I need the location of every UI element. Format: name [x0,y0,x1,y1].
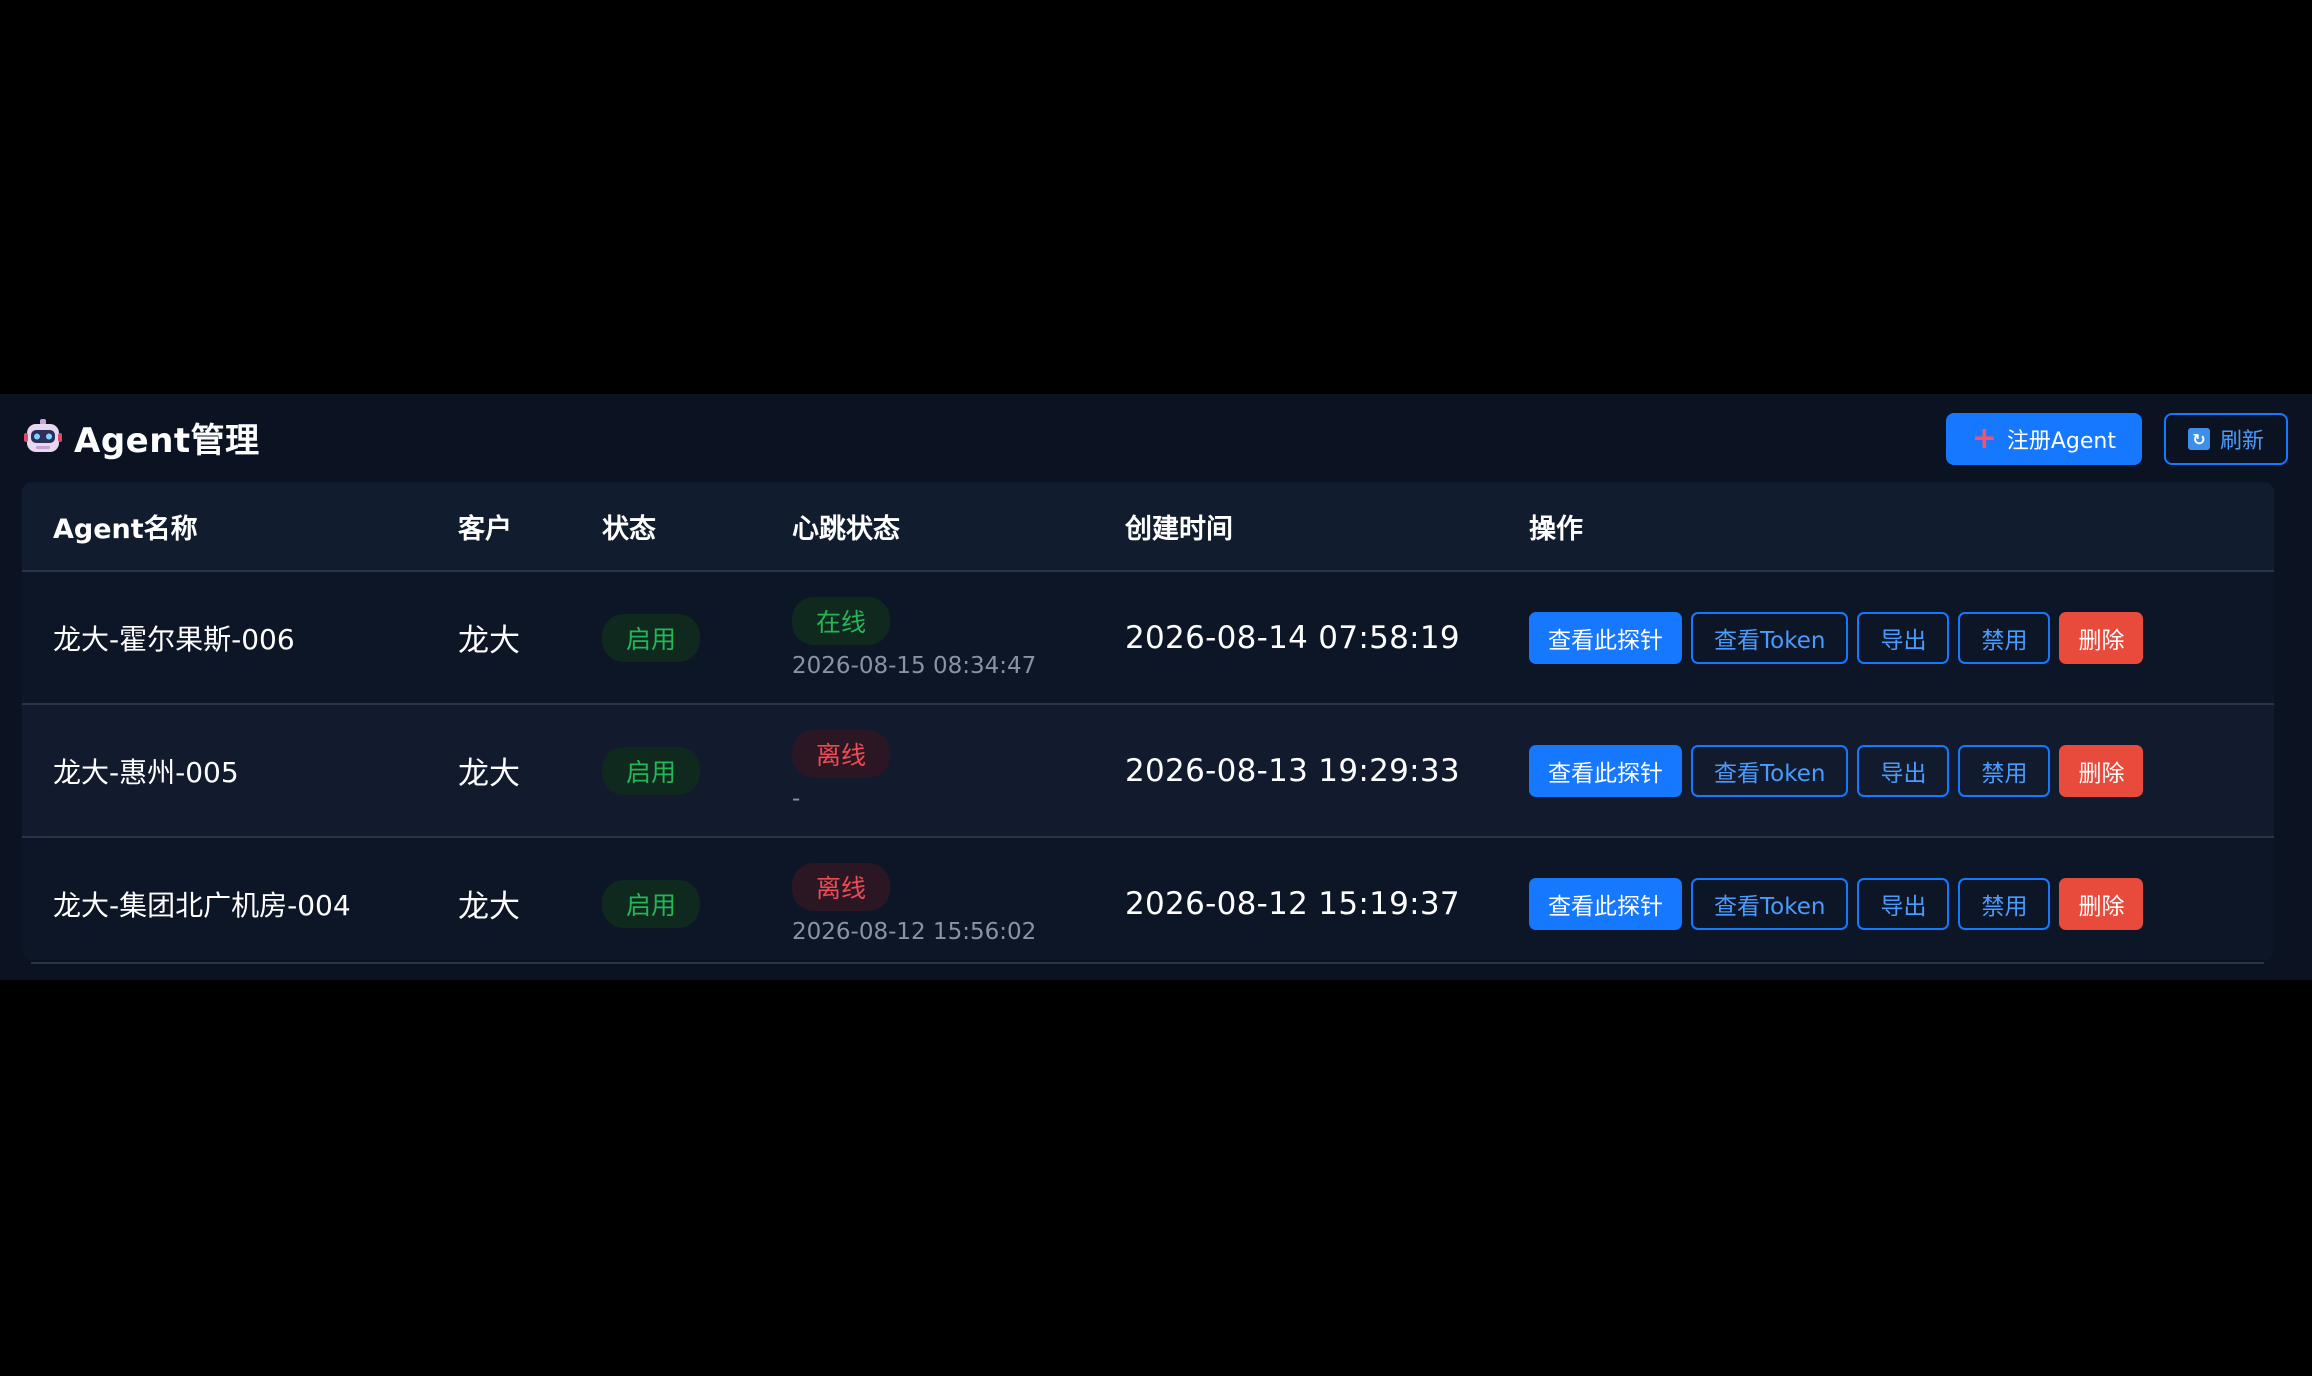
column-header-created: 创建时间 [1094,482,1498,572]
row-actions: 查看此探针 查看Token 导出 禁用 删除 [1529,877,2274,930]
agent-table-container: Agent名称 客户 状态 心跳状态 创建时间 操作 龙大-霍尔果斯-006 龙… [22,482,2274,960]
customer-cell: 龙大 [427,704,571,838]
refresh-label: 刷新 [2219,429,2264,454]
heartbeat-cell: 离线 2026-08-12 15:56:02 [761,837,1094,960]
agent-name-cell: 龙大-集团北广机房-004 [22,837,427,960]
table-row: 龙大-集团北广机房-004 龙大 启用 离线 2026-08-12 15:56:… [22,837,2274,960]
heartbeat-time: - [792,785,801,812]
delete-button[interactable]: 删除 [2059,611,2144,664]
actions-cell: 查看此探针 查看Token 导出 禁用 删除 [1498,571,2274,705]
row-actions: 查看此探针 查看Token 导出 禁用 删除 [1529,611,2274,664]
view-token-button[interactable]: 查看Token [1691,877,1849,930]
heartbeat-cell: 离线 - [761,704,1094,838]
robot-icon [24,418,62,456]
export-button[interactable]: 导出 [1857,611,1950,664]
heartbeat-time: 2026-08-12 15:56:02 [792,918,1037,945]
table-header-row: Agent名称 客户 状态 心跳状态 创建时间 操作 [22,482,2274,572]
view-token-button[interactable]: 查看Token [1691,611,1849,664]
view-token-button[interactable]: 查看Token [1691,744,1849,797]
view-probe-button[interactable]: 查看此探针 [1529,877,1682,930]
disable-button[interactable]: 禁用 [1958,611,2051,664]
created-time-cell: 2026-08-13 19:29:33 [1094,704,1498,838]
agent-name-cell: 龙大-霍尔果斯-006 [22,571,427,705]
agent-management-panel: Agent管理 + 注册Agent ↻ 刷新 Agent名称 客户 状态 心跳状… [0,394,2312,980]
status-badge: 启用 [602,879,701,928]
status-cell: 启用 [571,704,761,838]
table-bottom-divider [31,962,2264,964]
disable-button[interactable]: 禁用 [1958,744,2051,797]
actions-cell: 查看此探针 查看Token 导出 禁用 删除 [1498,704,2274,838]
column-header-name: Agent名称 [22,482,427,572]
created-time-cell: 2026-08-14 07:58:19 [1094,571,1498,705]
column-header-status: 状态 [571,482,761,572]
status-cell: 启用 [571,837,761,960]
refresh-icon: ↻ [2187,428,2210,450]
refresh-button[interactable]: ↻ 刷新 [2163,413,2288,465]
table-row: 龙大-霍尔果斯-006 龙大 启用 在线 2026-08-15 08:34:47… [22,571,2274,705]
heartbeat-badge: 离线 [792,729,891,778]
customer-cell: 龙大 [427,571,571,705]
header-actions: + 注册Agent ↻ 刷新 [1945,413,2288,465]
column-header-actions: 操作 [1498,482,2274,572]
view-probe-button[interactable]: 查看此探针 [1529,744,1682,797]
export-button[interactable]: 导出 [1857,877,1950,930]
plus-icon: + [1971,421,1997,456]
heartbeat-cell: 在线 2026-08-15 08:34:47 [761,571,1094,705]
table-row: 龙大-惠州-005 龙大 启用 离线 - 2026-08-13 19:29:33… [22,704,2274,838]
created-time-cell: 2026-08-12 15:19:37 [1094,837,1498,960]
register-agent-label: 注册Agent [2006,429,2116,454]
status-badge: 启用 [602,746,701,795]
heartbeat-badge: 离线 [792,862,891,911]
agent-name-cell: 龙大-惠州-005 [22,704,427,838]
view-probe-button[interactable]: 查看此探针 [1529,611,1682,664]
heartbeat-time: 2026-08-15 08:34:47 [792,652,1037,679]
agent-table: Agent名称 客户 状态 心跳状态 创建时间 操作 龙大-霍尔果斯-006 龙… [22,482,2274,960]
heartbeat-badge: 在线 [792,596,891,645]
register-agent-button[interactable]: + 注册Agent [1945,413,2142,465]
status-cell: 启用 [571,571,761,705]
title-group: Agent管理 [24,408,260,466]
column-header-customer: 客户 [427,482,571,572]
page-title: Agent管理 [74,420,260,461]
status-badge: 启用 [602,613,701,662]
disable-button[interactable]: 禁用 [1958,877,2051,930]
actions-cell: 查看此探针 查看Token 导出 禁用 删除 [1498,837,2274,960]
export-button[interactable]: 导出 [1857,744,1950,797]
delete-button[interactable]: 删除 [2059,744,2144,797]
page-header: Agent管理 + 注册Agent ↻ 刷新 [24,408,2288,466]
customer-cell: 龙大 [427,837,571,960]
column-header-heartbeat: 心跳状态 [761,482,1094,572]
delete-button[interactable]: 删除 [2059,877,2144,930]
row-actions: 查看此探针 查看Token 导出 禁用 删除 [1529,744,2274,797]
